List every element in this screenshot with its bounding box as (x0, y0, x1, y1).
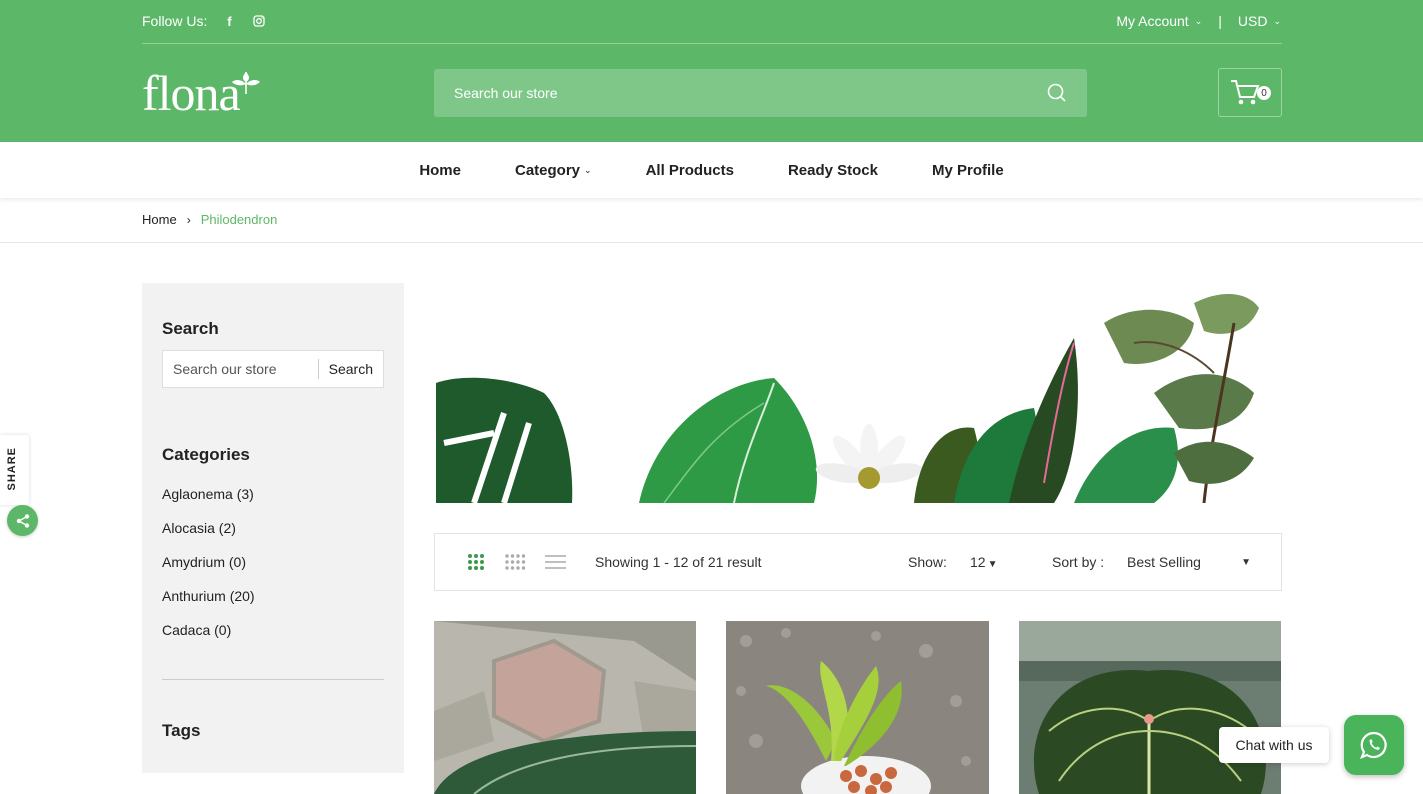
whatsapp-icon (1360, 731, 1387, 759)
grid-4-view-icon[interactable] (505, 554, 526, 570)
sidebar-search-button[interactable]: Search (319, 361, 383, 377)
search-title: Search (162, 319, 219, 338)
product-image (434, 621, 696, 794)
instagram-icon[interactable] (251, 13, 267, 29)
follow-us: Follow Us: f (142, 13, 267, 29)
show-per-page-select[interactable]: 12 ▼ (970, 554, 997, 570)
product-card[interactable] (434, 621, 696, 794)
category-item[interactable]: Cadaca (0) (162, 621, 255, 655)
product-card[interactable] (1019, 621, 1281, 794)
tags-title: Tags (162, 721, 201, 740)
category-item[interactable]: Amydrium (0) (162, 553, 255, 587)
breadcrumb-current: Philodendron (200, 212, 278, 227)
logo[interactable]: flona (142, 66, 272, 120)
cart-button[interactable]: 0 (1218, 68, 1282, 117)
account-bar: My Account ⌄ | USD ⌄ (1116, 13, 1281, 29)
nav-label: Ready Stock (787, 161, 878, 179)
caret-down-icon: ▼ (1241, 556, 1251, 568)
list-view-icon[interactable] (545, 554, 566, 570)
chevron-right-icon: › (186, 212, 191, 227)
caret-down-icon: ▼ (987, 559, 998, 570)
nav-label: Category (515, 161, 581, 179)
sort-value: Best Selling (1127, 554, 1201, 570)
category-banner (434, 283, 1282, 504)
breadcrumb-divider (0, 242, 1423, 243)
leaf-icon (232, 72, 260, 95)
nav-label: All Products (645, 161, 734, 179)
sidebar-search: Search (162, 350, 384, 388)
nav-home[interactable]: Home (419, 162, 461, 179)
header: Follow Us: f My Account ⌄ | USD ⌄ flona (0, 0, 1423, 142)
chevron-down-icon: ⌄ (584, 164, 592, 175)
share-tab[interactable]: SHARE (0, 435, 29, 505)
header-divider (142, 43, 1282, 44)
result-count: Showing 1 - 12 of 21 result (595, 554, 762, 570)
header-search (434, 69, 1087, 117)
sidebar: Search Search Categories Aglaonema (3) A… (142, 283, 404, 773)
search-icon[interactable] (1047, 83, 1067, 103)
product-image (726, 621, 989, 794)
product-card[interactable] (726, 621, 989, 794)
nav-ready-stock[interactable]: Ready Stock (788, 162, 878, 179)
nav-my-profile[interactable]: My Profile (932, 162, 1004, 179)
share-button[interactable] (7, 505, 38, 536)
share-icon (16, 513, 29, 528)
my-account-label: My Account (1116, 13, 1189, 29)
chevron-down-icon: ⌄ (1194, 15, 1203, 26)
category-item[interactable]: Alocasia (2) (162, 519, 255, 553)
currency-dropdown[interactable]: USD ⌄ (1238, 13, 1281, 29)
product-image (1019, 621, 1281, 794)
category-item[interactable]: Aglaonema (3) (162, 485, 255, 519)
chat-label[interactable]: Chat with us (1219, 727, 1329, 763)
product-toolbar: Showing 1 - 12 of 21 result Show: 12 ▼ So… (434, 533, 1282, 591)
my-account-dropdown[interactable]: My Account ⌄ (1116, 13, 1202, 29)
search-input[interactable] (454, 85, 1047, 101)
follow-label: Follow Us: (142, 13, 208, 29)
breadcrumb: Home › Philodendron (142, 212, 277, 227)
category-list: Aglaonema (3) Alocasia (2) Amydrium (0) … (162, 485, 255, 655)
categories-title: Categories (162, 445, 250, 464)
cart-icon (1231, 79, 1260, 104)
show-value: 12 (970, 554, 986, 570)
nav-category[interactable]: Category ⌄ (515, 162, 592, 179)
facebook-icon[interactable]: f (221, 13, 237, 29)
plants-banner-image (436, 293, 1259, 504)
chevron-down-icon: ⌄ (1273, 15, 1281, 26)
currency-label: USD (1237, 13, 1268, 29)
nav-label: Home (419, 161, 461, 179)
category-item[interactable]: Anthurium (20) (162, 587, 255, 621)
sort-select[interactable]: Best Selling ▼ (1127, 554, 1251, 570)
sort-label: Sort by : (1052, 554, 1105, 570)
sidebar-divider (162, 679, 384, 680)
sidebar-search-input[interactable] (163, 361, 318, 377)
nav-label: My Profile (931, 161, 1004, 179)
cart-count-badge: 0 (1257, 86, 1271, 100)
main-nav: Home Category ⌄ All Products Ready Stock … (0, 142, 1423, 198)
logo-text: flona (142, 65, 241, 121)
share-label: SHARE (6, 447, 18, 491)
whatsapp-chat-button[interactable] (1344, 715, 1404, 775)
separator: | (1218, 13, 1222, 29)
grid-3-view-icon[interactable] (468, 554, 484, 570)
breadcrumb-home[interactable]: Home (142, 212, 177, 227)
show-label: Show: (908, 554, 947, 570)
nav-all-products[interactable]: All Products (646, 162, 734, 179)
